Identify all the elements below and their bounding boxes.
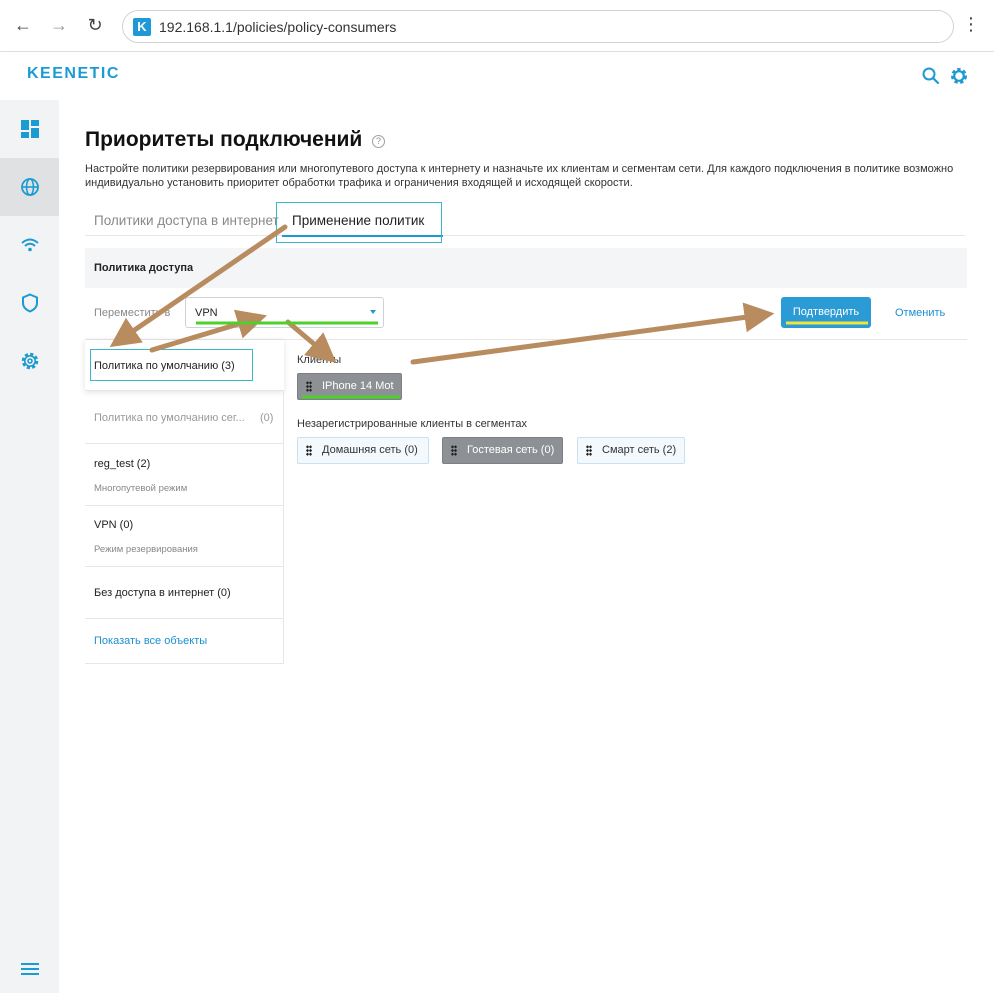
kebab-icon[interactable]: ⋮	[962, 14, 980, 35]
segment-chip-home[interactable]: Домашняя сеть (0)	[297, 437, 429, 464]
move-target-select[interactable]: VPN	[185, 297, 384, 328]
gear-icon[interactable]	[949, 66, 969, 86]
main-content: Приоритеты подключений ? Настройте полит…	[59, 100, 994, 993]
arrow-left-icon[interactable]: ←	[12, 14, 34, 36]
caret-down-icon	[370, 310, 376, 314]
client-chip[interactable]: IPhone 14 Mot	[297, 373, 402, 400]
cancel-button[interactable]: Отменить	[895, 307, 945, 319]
segment-name: Домашняя сеть (0)	[322, 444, 418, 456]
sidebar-item-settings[interactable]	[0, 332, 59, 390]
segments-label: Незарегистрированные клиенты в сегментах	[297, 418, 527, 430]
sidebar-item-wifi[interactable]	[0, 216, 59, 274]
arrow-right-icon[interactable]: →	[48, 14, 70, 36]
move-toolbar: Переместить в VPN Подтвердить Отменить	[85, 288, 967, 340]
policy-item-default-segment[interactable]: Политика по умолчанию сег... (0)	[85, 391, 284, 444]
assignment-area: Клиенты IPhone 14 Mot Незарегистрированн…	[284, 340, 967, 663]
highlight-box-policy	[90, 349, 253, 381]
sidebar	[0, 100, 59, 993]
policy-name: reg_test (2)	[94, 458, 151, 470]
app-header: KEENETIC	[0, 52, 994, 100]
dashboard-icon	[20, 120, 39, 138]
drag-handle-icon[interactable]	[306, 381, 312, 392]
sidebar-item-internet[interactable]	[0, 158, 59, 216]
policy-name: VPN (0)	[94, 519, 134, 531]
tab-bar: Политики доступа в интернет Применение п…	[85, 202, 965, 237]
sidebar-item-security[interactable]	[0, 274, 59, 332]
client-name: IPhone 14 Mot	[322, 380, 394, 392]
policy-item-reg-test[interactable]: reg_test (2) Многопутевой режим	[85, 444, 284, 506]
browser-toolbar: ← → ↻ K 192.168.1.1/policies/policy-cons…	[0, 0, 994, 52]
show-all-row: Показать все объекты	[85, 619, 284, 664]
drag-handle-icon[interactable]	[586, 445, 592, 456]
url-text[interactable]: 192.168.1.1/policies/policy-consumers	[159, 19, 396, 35]
drag-handle-icon[interactable]	[451, 445, 457, 456]
move-target-value: VPN	[195, 307, 218, 319]
drag-handle-icon[interactable]	[306, 445, 312, 456]
help-icon[interactable]: ?	[372, 135, 385, 148]
policy-name: Без доступа в интернет (0)	[94, 587, 231, 599]
page-description: Настройте политики резервирования или мн…	[85, 163, 954, 189]
keenetic-logo[interactable]: KEENETIC	[27, 65, 120, 83]
policy-item-no-internet[interactable]: Без доступа в интернет (0)	[85, 567, 284, 619]
sidebar-item-dashboard[interactable]	[0, 100, 59, 158]
clients-label: Клиенты	[297, 354, 342, 366]
wifi-icon	[20, 238, 39, 252]
globe-icon	[20, 178, 39, 196]
site-icon: K	[133, 18, 151, 36]
search-icon[interactable]	[921, 66, 941, 86]
policy-count: (0)	[260, 412, 274, 424]
section-header: Политика доступа	[85, 248, 967, 288]
address-bar[interactable]: K 192.168.1.1/policies/policy-consumers	[122, 10, 954, 43]
move-label: Переместить в	[94, 307, 171, 319]
segment-name: Смарт сеть (2)	[602, 444, 677, 456]
gear-icon	[21, 352, 38, 370]
highlight-box-tab	[276, 202, 442, 243]
hamburger-icon	[20, 963, 39, 975]
confirm-button[interactable]: Подтвердить	[781, 297, 871, 328]
page-title: Приоритеты подключений	[85, 128, 363, 151]
section-title: Политика доступа	[94, 262, 194, 274]
policy-mode: Режим резервирования	[94, 544, 198, 555]
segment-chip-smart[interactable]: Смарт сеть (2)	[577, 437, 685, 464]
segment-name: Гостевая сеть (0)	[467, 444, 555, 456]
shield-icon	[21, 293, 38, 313]
sidebar-menu-toggle[interactable]	[0, 940, 59, 998]
policy-item-vpn[interactable]: VPN (0) Режим резервирования	[85, 506, 284, 567]
show-all-link[interactable]: Показать все объекты	[94, 635, 207, 647]
policy-mode: Многопутевой режим	[94, 483, 188, 494]
reload-icon[interactable]: ↻	[84, 14, 106, 36]
policy-name: Политика по умолчанию сег...	[94, 412, 245, 424]
tab-internet-policies[interactable]: Политики доступа в интернет	[94, 213, 279, 228]
segment-chip-guest[interactable]: Гостевая сеть (0)	[442, 437, 563, 464]
